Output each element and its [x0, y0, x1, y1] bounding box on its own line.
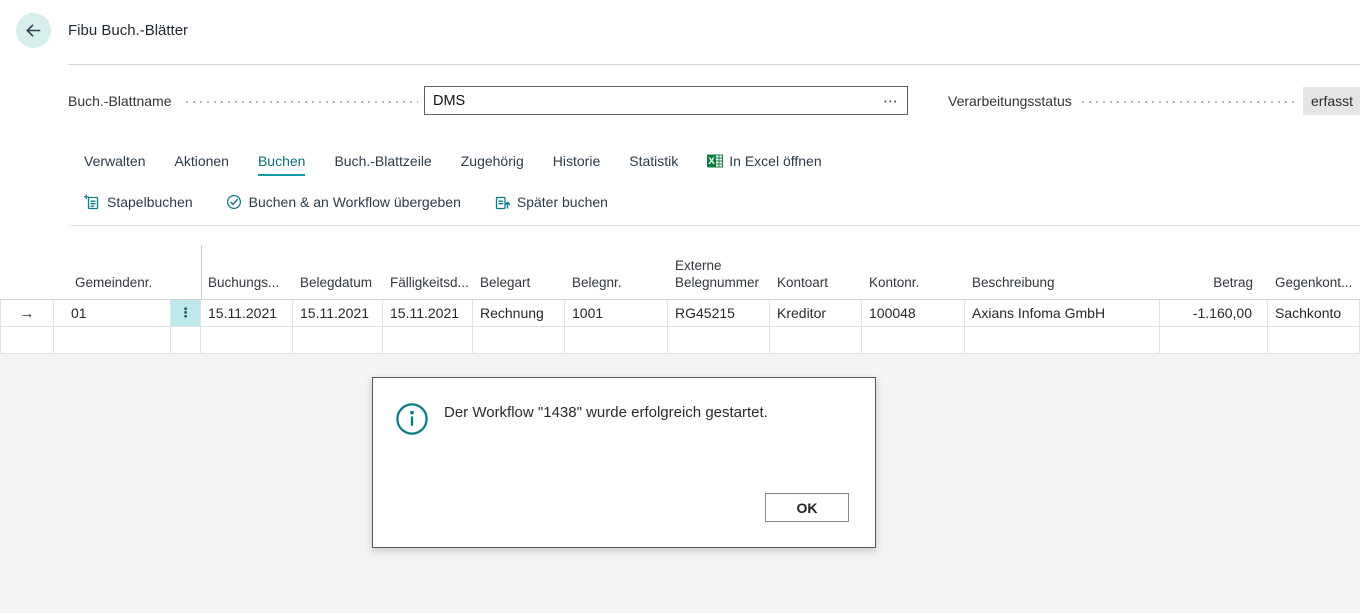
spaeter-buchen-button[interactable]: Später buchen [494, 194, 608, 210]
cell-externe-belegnummer[interactable]: RG45215 [668, 300, 770, 327]
cell-buchungsdatum[interactable]: 15.11.2021 [201, 300, 293, 327]
column-header-buchungsdatum[interactable]: Buchungs... [201, 275, 293, 292]
journal-name-value[interactable]: DMS [425, 93, 883, 109]
cell-belegart[interactable]: Rechnung [473, 300, 565, 327]
cell-belegdatum[interactable]: 15.11.2021 [293, 300, 383, 327]
cell-belegart[interactable] [473, 327, 565, 354]
stapelbuchen-button[interactable]: Stapelbuchen [84, 194, 193, 210]
dialog-message: Der Workflow "1438" wurde erfolgreich ge… [444, 404, 768, 421]
cell-kontoart[interactable]: Kreditor [770, 300, 862, 327]
column-header-betrag[interactable]: Betrag [1160, 275, 1268, 292]
cell-options[interactable] [171, 327, 201, 354]
cell-faelligkeitsdatum[interactable] [383, 327, 473, 354]
processing-status-label: Verarbeitungsstatus [948, 93, 1072, 109]
cell-belegnr[interactable] [565, 327, 668, 354]
page-title: Fibu Buch.-Blätter [68, 22, 188, 39]
cell-betrag[interactable]: -1.160,00 [1160, 300, 1268, 327]
column-header-kontoart[interactable]: Kontoart [770, 275, 862, 292]
action-label: Stapelbuchen [107, 194, 193, 210]
back-button[interactable] [16, 13, 51, 48]
tab-statistik[interactable]: Statistik [629, 153, 678, 176]
buchen-an-workflow-uebergeben-button[interactable]: Buchen & an Workflow übergeben [226, 194, 461, 210]
cell-gemeindenr[interactable]: 01 [54, 300, 171, 327]
journal-lines-grid: Gemeindenr. Buchungs... Belegdatum Fälli… [0, 250, 1360, 354]
tab-buchen[interactable]: Buchen [258, 153, 305, 176]
cell-gemeindenr[interactable] [54, 327, 171, 354]
column-header-gegenkonto[interactable]: Gegenkont... [1268, 275, 1360, 292]
tab-aktionen[interactable]: Aktionen [174, 153, 228, 176]
tab-in-excel-oeffnen[interactable]: X In Excel öffnen [707, 153, 821, 176]
cell-kontoart[interactable] [770, 327, 862, 354]
column-header-kontonr[interactable]: Kontonr. [862, 275, 965, 292]
grid-header-row: Gemeindenr. Buchungs... Belegdatum Fälli… [0, 250, 1360, 299]
ribbon-actions: Stapelbuchen Buchen & an Workflow überge… [84, 194, 608, 210]
column-header-externe-belegnummer[interactable]: Externe Belegnummer [668, 258, 770, 292]
journal-name-field[interactable]: DMS ⋯ [424, 86, 908, 115]
action-label: Buchen & an Workflow übergeben [249, 194, 461, 210]
processing-status-value: erfasst [1303, 87, 1360, 115]
cell-belegnr[interactable]: 1001 [565, 300, 668, 327]
action-label: Später buchen [517, 194, 608, 210]
ribbon-divider [68, 225, 1360, 226]
title-divider [68, 64, 1360, 65]
row-selector-arrow-icon[interactable]: → [0, 300, 54, 327]
svg-text:X: X [709, 156, 716, 167]
arrow-left-icon [24, 21, 43, 40]
cell-gegenkonto[interactable]: Sachkonto [1268, 300, 1360, 327]
fibu-buch-blaetter-page: Fibu Buch.-Blätter Buch.-Blattname DMS ⋯… [0, 0, 1360, 613]
post-later-icon [494, 194, 510, 210]
cell-faelligkeitsdatum[interactable]: 15.11.2021 [383, 300, 473, 327]
cell-gegenkonto[interactable] [1268, 327, 1360, 354]
cell-kontonr[interactable]: 100048 [862, 300, 965, 327]
table-row: → 01 ⋮ 15.11.2021 15.11.2021 15.11.2021 … [0, 300, 1360, 327]
grid-body: → 01 ⋮ 15.11.2021 15.11.2021 15.11.2021 … [0, 299, 1360, 354]
lookup-ellipsis-icon[interactable]: ⋯ [883, 92, 907, 110]
info-icon [395, 402, 429, 436]
cell-externe-belegnummer[interactable] [668, 327, 770, 354]
column-header-belegart[interactable]: Belegart [473, 275, 565, 292]
dotted-leader [186, 101, 418, 103]
cell-belegdatum[interactable] [293, 327, 383, 354]
tab-verwalten[interactable]: Verwalten [84, 153, 145, 176]
column-header-belegnr[interactable]: Belegnr. [565, 275, 668, 292]
cell-beschreibung[interactable] [965, 327, 1160, 354]
cell-kontonr[interactable] [862, 327, 965, 354]
batch-post-icon [84, 194, 100, 210]
cell-buchungsdatum[interactable] [201, 327, 293, 354]
workflow-started-dialog: Der Workflow "1438" wurde erfolgreich ge… [372, 377, 876, 548]
tab-zugehoerig[interactable]: Zugehörig [461, 153, 524, 176]
cell-beschreibung[interactable]: Axians Infoma GmbH [965, 300, 1160, 327]
column-header-gemeindenr[interactable]: Gemeindenr. [54, 275, 171, 292]
cell-betrag[interactable] [1160, 327, 1268, 354]
excel-icon: X [707, 153, 723, 169]
tab-historie[interactable]: Historie [553, 153, 600, 176]
table-row-empty [0, 327, 1360, 354]
column-header-belegdatum[interactable]: Belegdatum [293, 275, 383, 292]
column-header-beschreibung[interactable]: Beschreibung [965, 275, 1160, 292]
dotted-leader [1082, 101, 1296, 103]
column-header-faelligkeitsdatum[interactable]: Fälligkeitsd... [383, 275, 473, 292]
row-selector[interactable] [0, 327, 54, 354]
tab-label: In Excel öffnen [729, 153, 821, 169]
check-circle-icon [226, 194, 242, 210]
cell-more-options-icon[interactable]: ⋮ [171, 300, 201, 327]
ribbon-tabs: Verwalten Aktionen Buchen Buch.-Blattzei… [84, 153, 822, 176]
ok-button[interactable]: OK [765, 493, 849, 522]
tab-buch-blattzeile[interactable]: Buch.-Blattzeile [334, 153, 431, 176]
journal-name-label: Buch.-Blattname [68, 93, 172, 109]
